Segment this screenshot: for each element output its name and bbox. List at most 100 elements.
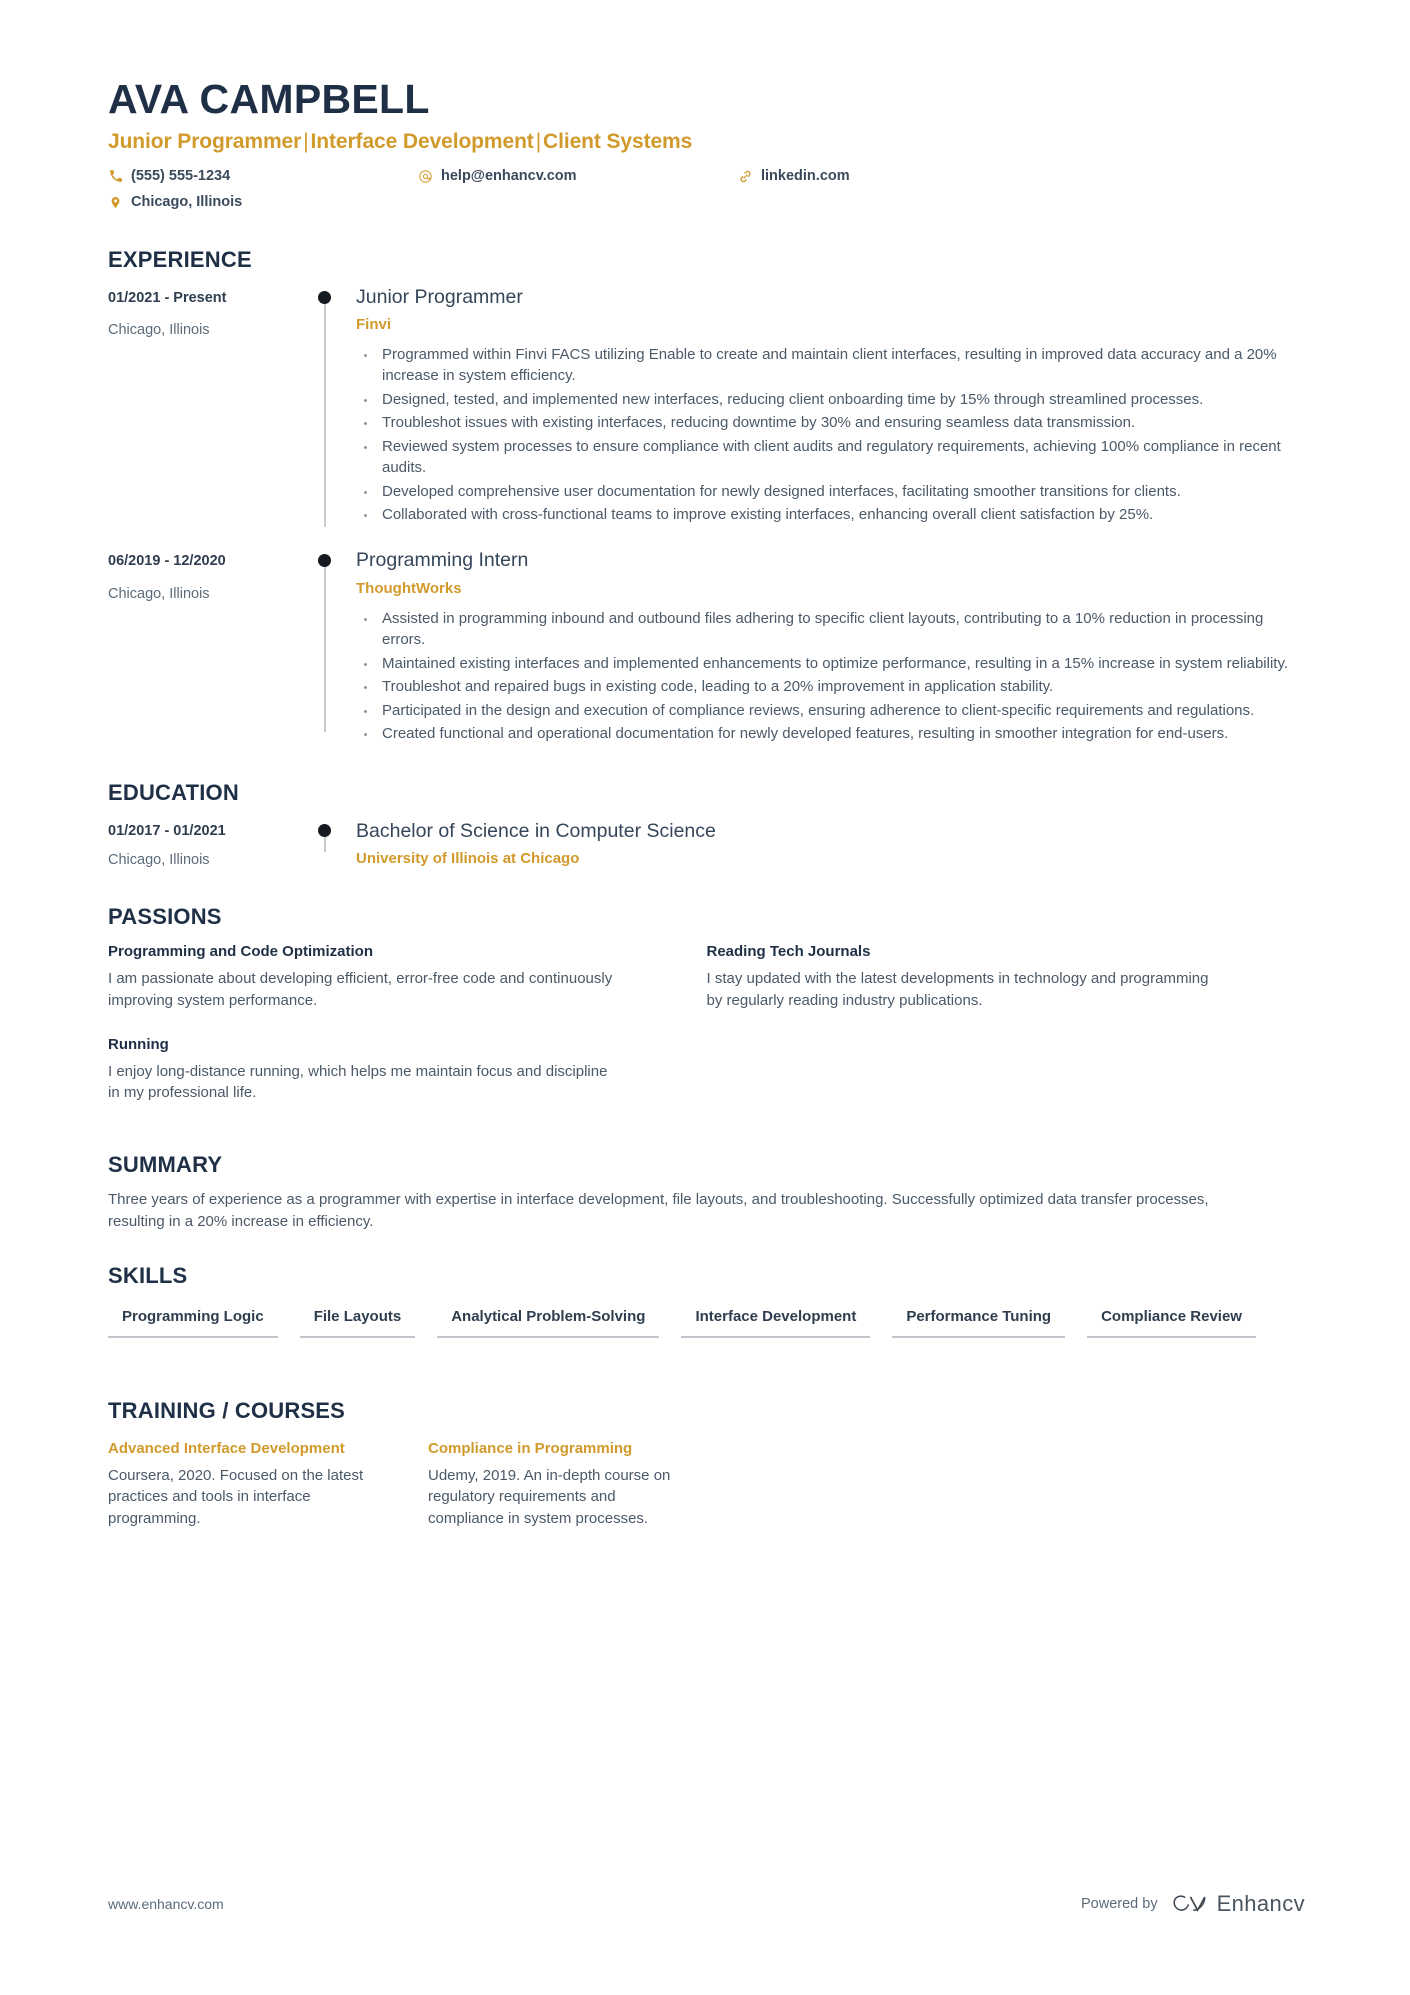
skill-chip: Programming Logic <box>108 1300 278 1338</box>
resume-page: AVA CAMPBELL Junior Programmer|Interface… <box>0 0 1410 1995</box>
headline-part-1: Junior Programmer <box>108 130 302 154</box>
experience-entry-location: Chicago, Illinois <box>108 585 210 602</box>
resume-footer: www.enhancv.com Powered by Enhancv <box>108 1891 1305 1917</box>
link-icon <box>738 169 753 184</box>
courses-list: Advanced Interface Development Coursera,… <box>108 1438 1305 1530</box>
skill-chip: Compliance Review <box>1087 1300 1256 1338</box>
timeline-dot <box>318 554 331 568</box>
powered-by-label: Powered by <box>1081 1896 1158 1912</box>
education-entry-date: 01/2017 - 01/2021 <box>108 823 226 840</box>
section-title-experience: EXPERIENCE <box>108 246 252 272</box>
contact-link[interactable]: linkedin.com <box>738 166 850 187</box>
footer-website-url[interactable]: www.enhancv.com <box>108 1896 224 1912</box>
experience-entry-role: Junior Programmer <box>356 285 523 308</box>
education-entry-meta: 01/2017 - 01/2021 Chicago, Illinois <box>108 817 304 870</box>
contact-phone[interactable]: (555) 555-1234 <box>108 166 418 187</box>
section-education: EDUCATION 01/2017 - 01/2021 Chicago, Ill… <box>108 780 1305 870</box>
bullet-item: Participated in the design and execution… <box>356 700 1301 721</box>
headline-part-3: Client Systems <box>543 130 693 154</box>
bullet-item: Reviewed system processes to ensure comp… <box>356 436 1301 479</box>
experience-entry: 06/2019 - 12/2020 Chicago, Illinois Prog… <box>108 547 1305 746</box>
skill-chip: Performance Tuning <box>892 1300 1066 1338</box>
experience-entry-role: Programming Intern <box>356 549 529 572</box>
skill-chip: File Layouts <box>299 1300 416 1338</box>
course-item: Advanced Interface Development Coursera,… <box>108 1438 428 1530</box>
section-title-passions: PASSIONS <box>108 904 222 930</box>
skill-chip: Interface Development <box>681 1300 871 1338</box>
contact-email[interactable]: help@enhancv.com <box>418 166 738 187</box>
experience-entry-company: ThoughtWorks <box>356 579 462 597</box>
education-entry-location: Chicago, Illinois <box>108 851 210 868</box>
passion-item: Running I enjoy long-distance running, w… <box>108 1034 707 1105</box>
headline-separator: | <box>303 130 309 154</box>
bullet-item: Collaborated with cross-functional teams… <box>356 504 1301 525</box>
contact-row-1: (555) 555-1234 help@enhancv.com linkedin… <box>108 166 1305 187</box>
timeline-rail <box>304 284 356 528</box>
section-passions: PASSIONS Programming and Code Optimizati… <box>108 904 1305 1126</box>
course-text: Coursera, 2020. Focused on the latest pr… <box>108 1466 364 1528</box>
skill-chip: Analytical Problem-Solving <box>437 1300 660 1338</box>
passion-text: I am passionate about developing efficie… <box>108 970 613 1009</box>
candidate-headline: Junior Programmer|Interface Development|… <box>108 129 1305 154</box>
section-skills: SKILLS Programming Logic File Layouts An… <box>108 1263 1305 1354</box>
contact-details: (555) 555-1234 help@enhancv.com linkedin… <box>108 166 1305 213</box>
section-title-skills: SKILLS <box>108 1262 188 1288</box>
passion-title: Running <box>108 1035 169 1053</box>
experience-entry: 01/2021 - Present Chicago, Illinois Juni… <box>108 284 1305 528</box>
contact-row-2: Chicago, Illinois <box>108 192 1305 213</box>
contact-email-value: help@enhancv.com <box>441 167 577 184</box>
section-training: TRAINING / COURSES Advanced Interface De… <box>108 1398 1305 1530</box>
experience-entry-meta: 01/2021 - Present Chicago, Illinois <box>108 284 304 528</box>
contact-location-value: Chicago, Illinois <box>131 193 243 210</box>
bullet-item: Designed, tested, and implemented new in… <box>356 389 1301 410</box>
bullet-item: Programmed within Finvi FACS utilizing E… <box>356 344 1301 387</box>
experience-entry-content: Programming Intern ThoughtWorks Assisted… <box>356 547 1305 746</box>
course-title: Advanced Interface Development <box>108 1439 345 1457</box>
resume-header: AVA CAMPBELL Junior Programmer|Interface… <box>108 76 1305 213</box>
bullet-item: Maintained existing interfaces and imple… <box>356 653 1301 674</box>
passion-title: Reading Tech Journals <box>706 943 871 961</box>
contact-link-value: linkedin.com <box>761 167 850 184</box>
education-entry: 01/2017 - 01/2021 Chicago, Illinois Bach… <box>108 817 1305 870</box>
experience-entry-date: 01/2021 - Present <box>108 289 227 306</box>
experience-entry-bullets: Assisted in programming inbound and outb… <box>356 608 1301 745</box>
passion-text: I enjoy long-distance running, which hel… <box>108 1062 608 1102</box>
experience-entry-company: Finvi <box>356 315 392 333</box>
phone-icon <box>108 169 123 184</box>
bullet-item: Assisted in programming inbound and outb… <box>356 608 1301 651</box>
email-icon <box>418 169 433 184</box>
contact-phone-value: (555) 555-1234 <box>131 167 231 184</box>
bullet-item: Troubleshot and repaired bugs in existin… <box>356 676 1301 697</box>
timeline-line <box>324 296 326 528</box>
experience-entry-meta: 06/2019 - 12/2020 Chicago, Illinois <box>108 547 304 746</box>
skills-list: Programming Logic File Layouts Analytica… <box>108 1300 1305 1354</box>
education-entry-content: Bachelor of Science in Computer Science … <box>356 817 1305 870</box>
course-item: Compliance in Programming Udemy, 2019. A… <box>428 1438 748 1530</box>
education-degree: Bachelor of Science in Computer Science <box>356 820 716 843</box>
section-title-education: EDUCATION <box>108 780 239 806</box>
timeline-dot <box>318 290 331 304</box>
headline-separator: | <box>535 130 542 154</box>
footer-branding: Powered by Enhancv <box>1081 1891 1305 1917</box>
candidate-name: AVA CAMPBELL <box>108 76 430 122</box>
course-title: Compliance in Programming <box>428 1439 633 1457</box>
passion-text: I stay updated with the latest developme… <box>706 970 1209 1009</box>
passions-list: Programming and Code Optimization I am p… <box>108 941 1305 1126</box>
bullet-item: Troubleshot issues with existing interfa… <box>356 412 1301 433</box>
summary-text: Three years of experience as a programme… <box>108 1191 1209 1230</box>
enhancv-logo: Enhancv <box>1172 1891 1305 1917</box>
enhancv-wordmark: Enhancv <box>1216 1891 1305 1916</box>
experience-entry-date: 06/2019 - 12/2020 <box>108 553 226 570</box>
section-title-training: TRAINING / COURSES <box>108 1397 346 1423</box>
timeline-line <box>324 560 326 733</box>
passion-item: Programming and Code Optimization I am p… <box>108 941 707 1012</box>
experience-entry-bullets: Programmed within Finvi FACS utilizing E… <box>356 344 1301 526</box>
bullet-item: Developed comprehensive user documentati… <box>356 481 1301 502</box>
passion-item: Reading Tech Journals I stay updated wit… <box>707 941 1306 1012</box>
experience-entry-content: Junior Programmer Finvi Programmed withi… <box>356 284 1305 528</box>
headline-part-2: Interface Development <box>310 130 534 154</box>
education-school: University of Illinois at Chicago <box>356 849 580 867</box>
bullet-item: Created functional and operational docum… <box>356 723 1301 744</box>
enhancv-mark-icon <box>1173 1895 1206 1912</box>
timeline-dot <box>318 824 331 838</box>
